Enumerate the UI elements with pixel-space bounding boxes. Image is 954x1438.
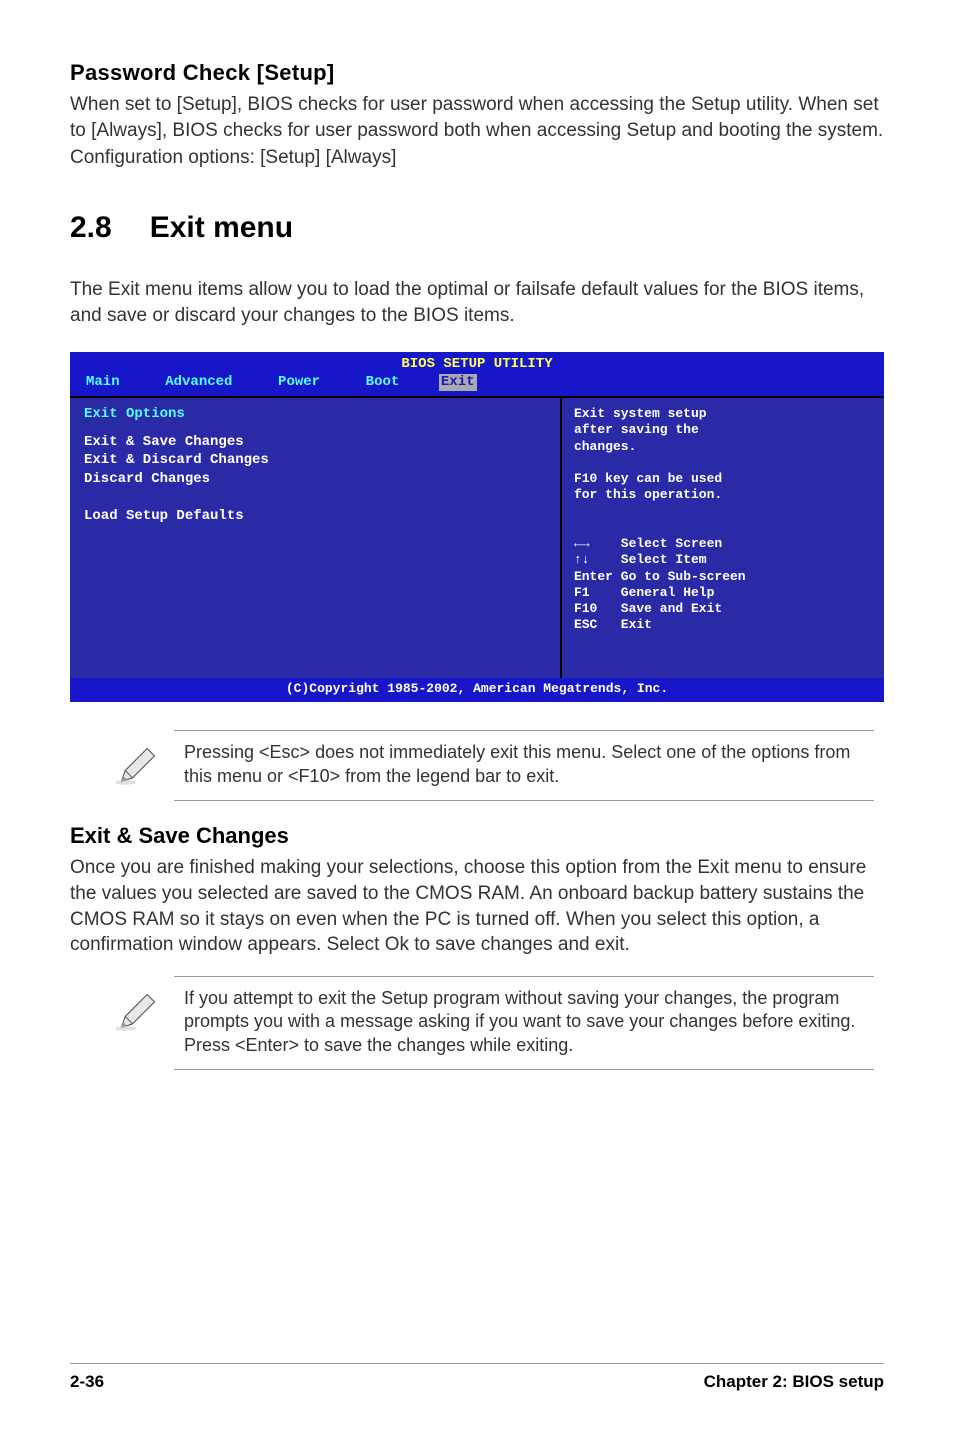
bios-tab-exit: Exit [439, 374, 477, 392]
bios-tab-main: Main [80, 374, 126, 392]
divider [174, 976, 874, 977]
nav-row: F1 General Help [574, 585, 872, 601]
bios-menu-item [84, 489, 546, 507]
bios-title: BIOS SETUP UTILITY [70, 352, 884, 374]
chapter-label: Chapter 2: BIOS setup [704, 1372, 884, 1392]
bios-tabs: Main Advanced Power Boot Exit [70, 374, 884, 394]
nav-row: ↑↓ Select Item [574, 552, 872, 568]
heading-exit-save: Exit & Save Changes [70, 823, 884, 849]
bios-body: Exit Options Exit & Save Changes Exit & … [70, 396, 884, 678]
page-number: 2-36 [70, 1372, 104, 1392]
bios-help-text: Exit system setup after saving the chang… [574, 406, 872, 526]
bios-menu-item: Exit & Discard Changes [84, 452, 546, 470]
help-line: Exit system setup [574, 406, 872, 422]
section-number: 2.8 [70, 211, 112, 245]
note-block: If you attempt to exit the Setup program… [110, 981, 874, 1065]
bios-screenshot: BIOS SETUP UTILITY Main Advanced Power B… [70, 352, 884, 702]
heading-password-check: Password Check [Setup] [70, 60, 884, 86]
bios-left-title: Exit Options [84, 406, 546, 424]
bios-menu-item: Load Setup Defaults [84, 508, 546, 526]
paragraph: When set to [Setup], BIOS checks for use… [70, 92, 884, 143]
help-line: for this operation. [574, 487, 872, 503]
nav-row: Enter Go to Sub-screen [574, 569, 872, 585]
bios-tab-power: Power [272, 374, 326, 392]
divider [174, 730, 874, 731]
page-footer: 2-36 Chapter 2: BIOS setup [70, 1363, 884, 1392]
note-text: If you attempt to exit the Setup program… [184, 987, 874, 1057]
paragraph: Once you are finished making your select… [70, 855, 884, 958]
help-line [574, 455, 872, 471]
bios-right-pane: Exit system setup after saving the chang… [562, 398, 884, 678]
paragraph: The Exit menu items allow you to load th… [70, 277, 884, 328]
help-line: F10 key can be used [574, 471, 872, 487]
divider [174, 800, 874, 801]
divider [174, 1069, 874, 1070]
nav-row: F10 Save and Exit [574, 601, 872, 617]
bios-menu-item: Exit & Save Changes [84, 434, 546, 452]
paragraph: Configuration options: [Setup] [Always] [70, 145, 884, 171]
bios-nav-help: ←→ Select Screen ↑↓ Select Item Enter Go… [574, 536, 872, 634]
bios-tab-advanced: Advanced [159, 374, 238, 392]
note-block: Pressing <Esc> does not immediately exit… [110, 735, 874, 796]
help-line: changes. [574, 439, 872, 455]
pencil-icon [116, 989, 160, 1033]
help-line: after saving the [574, 422, 872, 438]
section-header: 2.8 Exit menu [70, 211, 884, 245]
bios-topbar: BIOS SETUP UTILITY Main Advanced Power B… [70, 352, 884, 396]
nav-row: ESC Exit [574, 617, 872, 633]
bios-tab-boot: Boot [360, 374, 406, 392]
nav-row: ←→ Select Screen [574, 536, 872, 552]
note-text: Pressing <Esc> does not immediately exit… [184, 741, 874, 788]
section-title: Exit menu [150, 211, 293, 245]
pencil-icon [116, 743, 160, 787]
bios-left-pane: Exit Options Exit & Save Changes Exit & … [70, 398, 562, 678]
bios-copyright: (C)Copyright 1985-2002, American Megatre… [70, 678, 884, 702]
bios-menu-item: Discard Changes [84, 471, 546, 489]
